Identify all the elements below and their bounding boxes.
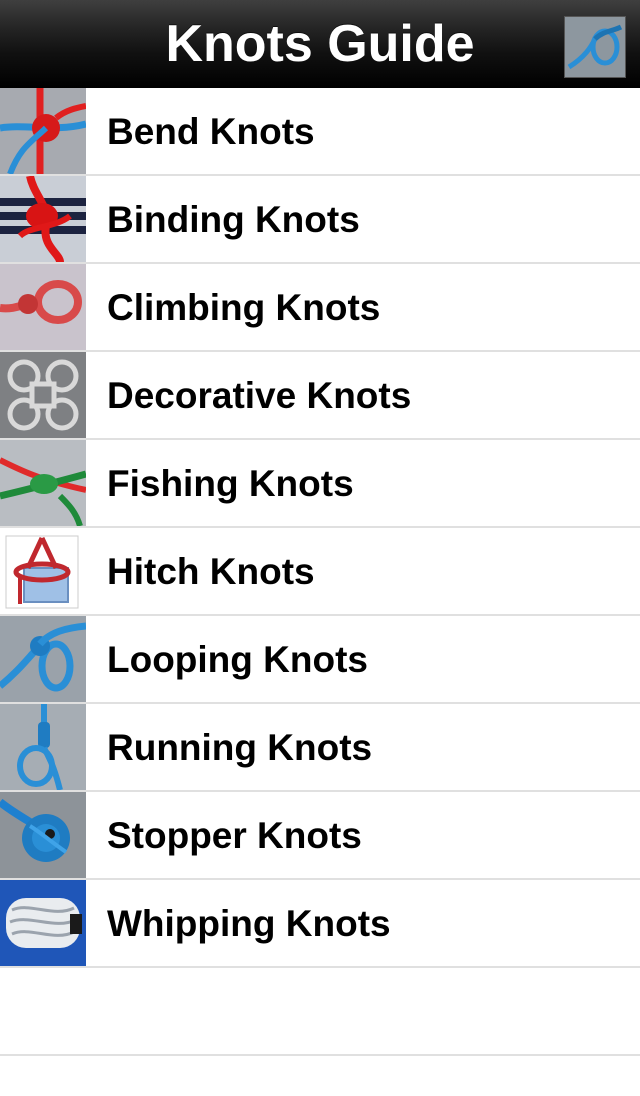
page-title: Knots Guide bbox=[165, 15, 475, 73]
empty-list-row bbox=[0, 968, 640, 1056]
list-item-label: Running Knots bbox=[107, 727, 373, 768]
list-item-stopper-knots[interactable]: Stopper Knots bbox=[0, 792, 640, 880]
list-item-whipping-knots[interactable]: Whipping Knots bbox=[0, 880, 640, 968]
list-item-label: Climbing Knots bbox=[107, 287, 381, 328]
climbing-knot-icon bbox=[0, 264, 86, 350]
running-knot-icon bbox=[0, 704, 86, 790]
list-item-running-knots[interactable]: Running Knots bbox=[0, 704, 640, 792]
list-item-bend-knots[interactable]: Bend Knots bbox=[0, 88, 640, 176]
list-item-label: Stopper Knots bbox=[107, 815, 362, 856]
list-item-label: Hitch Knots bbox=[107, 551, 315, 592]
fishing-knot-icon bbox=[0, 440, 86, 526]
list-item-decorative-knots[interactable]: Decorative Knots bbox=[0, 352, 640, 440]
list-item-label: Bend Knots bbox=[107, 111, 315, 152]
list-item-hitch-knots[interactable]: Hitch Knots bbox=[0, 528, 640, 616]
whipping-knot-icon bbox=[0, 880, 86, 966]
list-item-looping-knots[interactable]: Looping Knots bbox=[0, 616, 640, 704]
decorative-knot-icon bbox=[0, 352, 86, 438]
list-item-label: Looping Knots bbox=[107, 639, 368, 680]
looping-knot-icon bbox=[0, 616, 86, 702]
bend-knot-icon bbox=[0, 88, 86, 174]
knot-category-list: Bend Knots Binding Knots Climbing Knots … bbox=[0, 88, 640, 968]
list-item-binding-knots[interactable]: Binding Knots bbox=[0, 176, 640, 264]
binding-knot-icon bbox=[0, 176, 86, 262]
navigation-bar: Knots Guide bbox=[0, 0, 640, 89]
list-item-label: Fishing Knots bbox=[107, 463, 354, 504]
list-item-label: Whipping Knots bbox=[107, 903, 391, 944]
list-item-climbing-knots[interactable]: Climbing Knots bbox=[0, 264, 640, 352]
hitch-knot-icon bbox=[0, 528, 86, 614]
blue-loop-knot-icon[interactable] bbox=[564, 16, 626, 78]
stopper-knot-icon bbox=[0, 792, 86, 878]
list-item-label: Binding Knots bbox=[107, 199, 360, 240]
list-item-fishing-knots[interactable]: Fishing Knots bbox=[0, 440, 640, 528]
list-item-label: Decorative Knots bbox=[107, 375, 412, 416]
